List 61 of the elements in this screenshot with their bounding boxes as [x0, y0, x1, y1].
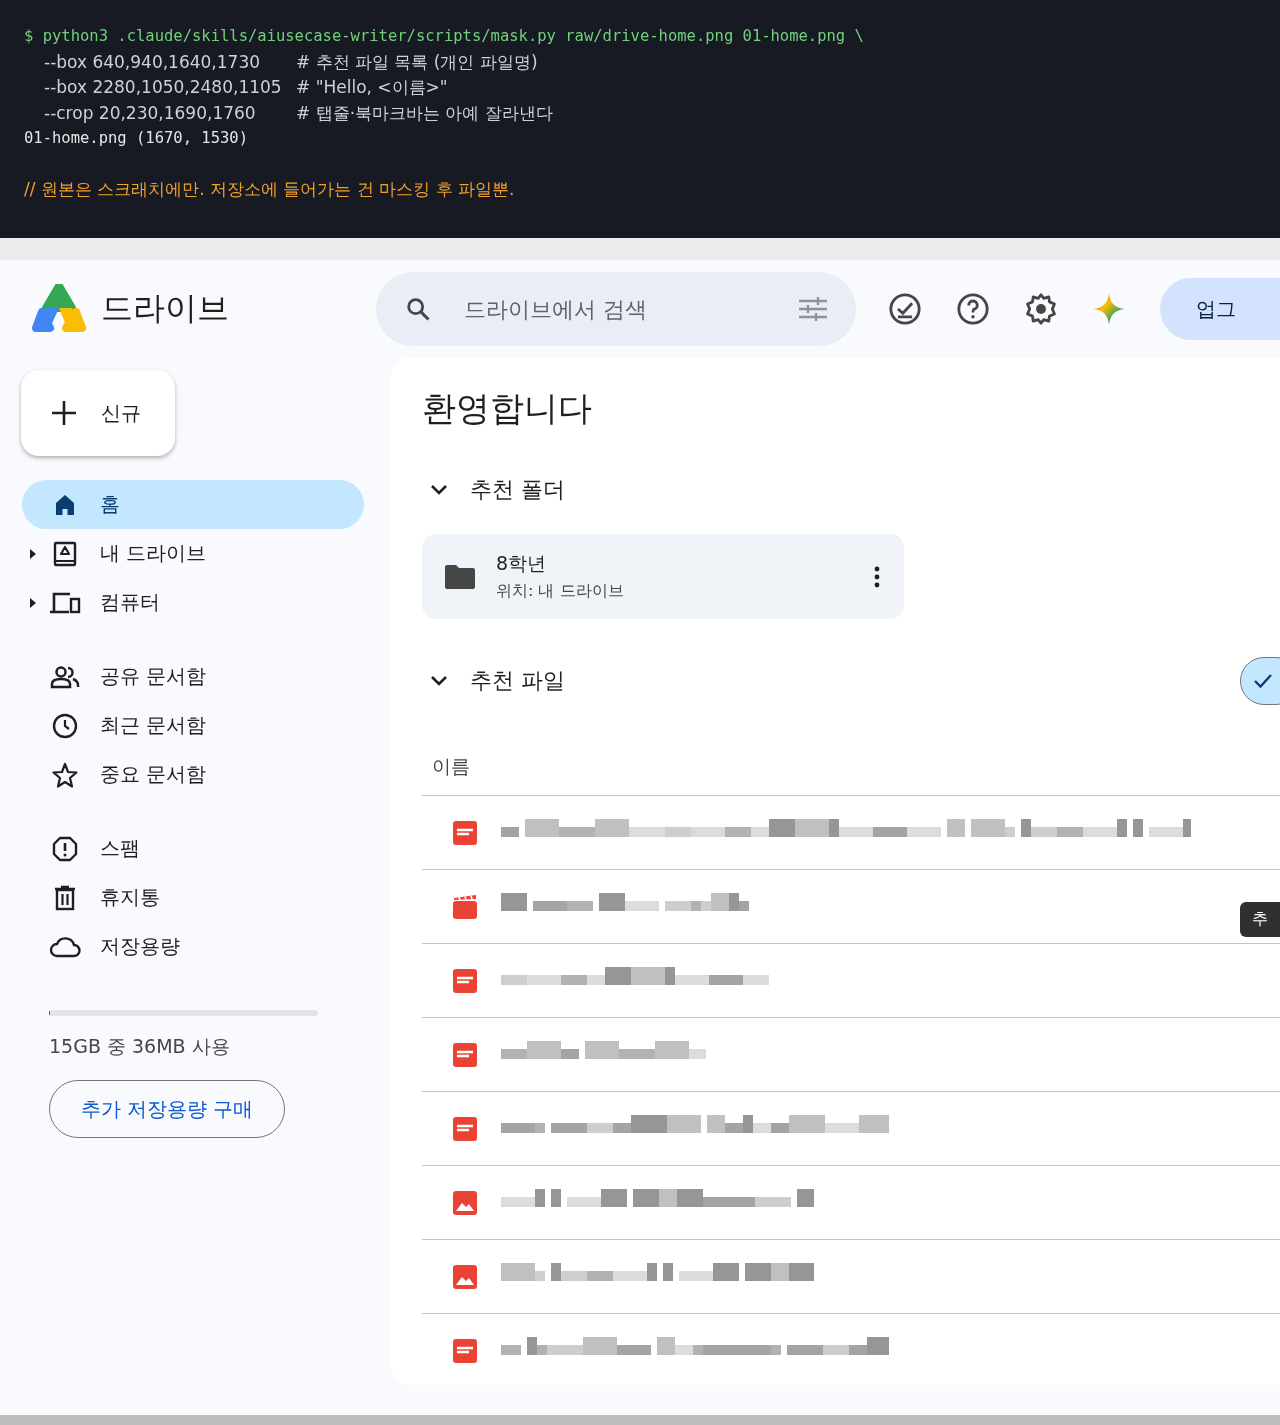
home-icon: [53, 492, 77, 517]
star-icon: [52, 761, 78, 788]
pdf-icon: [453, 968, 477, 993]
pdf-icon: [453, 820, 477, 845]
folder-icon: [444, 563, 476, 590]
image-icon: [453, 1264, 477, 1289]
nav-item[interactable]: 공유 문서함: [22, 652, 364, 701]
expand-arrow-icon[interactable]: [30, 597, 36, 608]
nav-item[interactable]: 저장용량: [22, 922, 364, 971]
expand-arrow-icon[interactable]: [30, 548, 36, 559]
tooltip: 추: [1240, 902, 1280, 937]
devices-icon: [49, 591, 81, 614]
alert-icon: [52, 835, 78, 862]
settings-icon[interactable]: [1024, 292, 1058, 326]
check-circle-icon[interactable]: [888, 292, 922, 326]
nav-item[interactable]: 최근 문서함: [22, 701, 364, 750]
command-line: $ python3 .claude/skills/aiusecase-writer/scripts/mask.py raw/drive-home.png 01-home.png \: [24, 26, 865, 47]
trash-icon: [54, 884, 76, 911]
section-title: 추천 폴더: [470, 476, 565, 504]
chevron-icon[interactable]: [430, 675, 448, 687]
nav-item[interactable]: 홈: [22, 480, 364, 529]
clapperboard-icon: [453, 894, 477, 919]
option-text: --box 640,940,1640,1730: [44, 50, 262, 74]
option-text: --box 2280,1050,2480,1105: [44, 76, 283, 99]
help-icon[interactable]: [956, 292, 990, 326]
option-text: --crop 20,230,1690,1760: [44, 101, 257, 125]
search-field[interactable]: 드라이브에서 검색: [461, 295, 768, 323]
nav-item[interactable]: 중요 문서함: [22, 750, 364, 799]
folder-name: 8학년: [496, 551, 548, 576]
chevron-icon[interactable]: [430, 484, 448, 496]
storage-usage-text: 15GB 중 36MB 사용: [49, 1034, 231, 1059]
nav-item[interactable]: 컴퓨터: [22, 578, 364, 627]
check-icon: [1253, 673, 1273, 689]
drive-icon: [53, 540, 77, 567]
section-title: 추천 파일: [470, 667, 565, 695]
nav-item[interactable]: 스팸: [22, 824, 364, 873]
pdf-icon: [453, 1042, 477, 1067]
comment-text: # "Hello, <이름>": [296, 76, 448, 99]
drive-logo: [32, 284, 86, 334]
comment-text: # 탭줄·북마크바는 아예 잘라낸다: [296, 101, 553, 125]
plus-icon: [51, 400, 77, 426]
people-icon: [50, 664, 80, 689]
app-title: 드라이브: [101, 288, 229, 329]
nav-item[interactable]: 휴지통: [22, 873, 364, 922]
folder-location: 위치: 내 드라이브: [496, 581, 625, 602]
comment-line: // 원본은 스크래치에만. 저장소에 들어가는 건 마스킹 후 파일뿐.: [24, 177, 516, 201]
cloud-icon: [49, 935, 81, 958]
folder-card[interactable]: 8학년 위치: 내 드라이브: [422, 534, 904, 619]
clock-icon: [52, 712, 78, 739]
image-icon: [453, 1190, 477, 1215]
pdf-icon: [453, 1116, 477, 1141]
filter-icon[interactable]: [798, 296, 828, 322]
nav-item[interactable]: 내 드라이브: [22, 529, 364, 578]
output-line: 01-home.png (1670, 1530): [24, 128, 249, 149]
new-button[interactable]: 신규: [21, 370, 175, 456]
page-heading: 환영합니다: [422, 387, 593, 430]
upgrade-button[interactable]: 업그: [1160, 278, 1280, 340]
column-header: 이름: [422, 739, 1280, 796]
more-icon[interactable]: [874, 565, 880, 588]
comment-text: # 추천 파일 목록 (개인 파일명): [296, 50, 538, 74]
pdf-icon: [453, 1338, 477, 1363]
